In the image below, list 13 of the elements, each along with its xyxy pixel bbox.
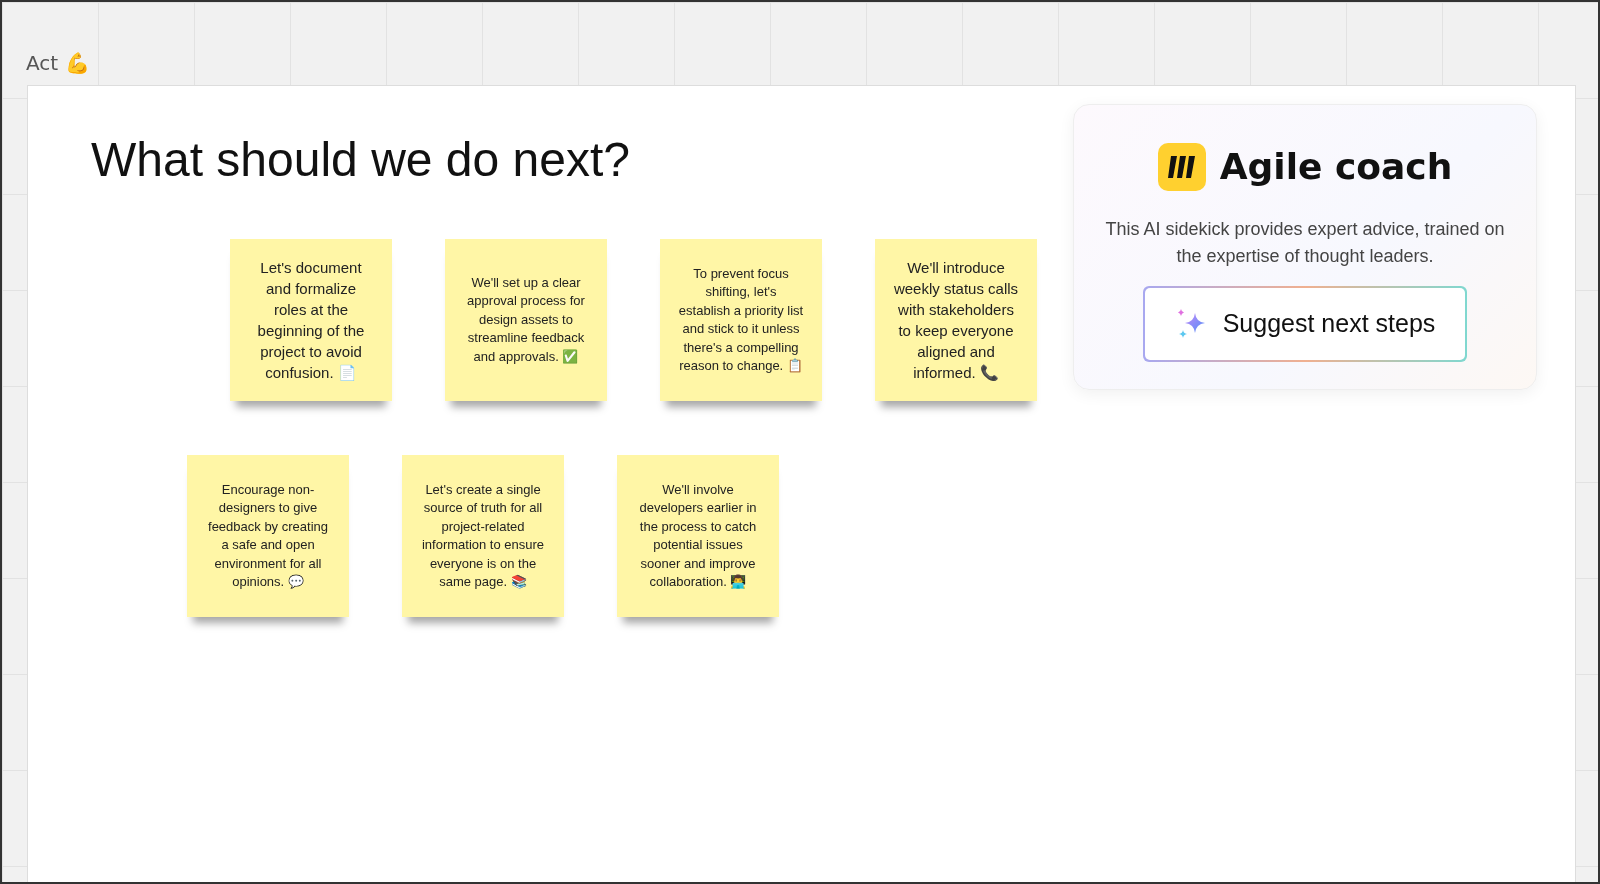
sticky-note: To prevent focus shifting, let's establish a priority list and stick to it unless there's a compelling reason to change. 📋 [660, 239, 822, 401]
sticky-note: Let's document and formalize roles at the beginning of the project to avoid confusion. 📄 [230, 239, 392, 401]
agile-coach-title: Agile coach [1219, 145, 1453, 189]
board-title: What should we do next? [91, 132, 630, 188]
agile-coach-description: This AI sidekick provides expert advice, trained on the expertise of thought leaders. [1105, 218, 1505, 268]
sticky-note: Let's create a single source of truth for all project-related information to ensure everyone is on the same page. 📚 [402, 455, 564, 617]
sticky-note: We'll introduce weekly status calls with stakeholders to keep everyone aligned and informed. 📞 [875, 239, 1037, 401]
suggest-next-steps-button[interactable]: Suggest next steps [1145, 288, 1465, 360]
logo-icon [1157, 143, 1206, 191]
sticky-note: We'll involve developers earlier in the process to catch potential issues sooner and improve collaboration. 👨‍💻 [617, 455, 779, 617]
sticky-note: We'll set up a clear approval process for design assets to streamline feedback and approvals. ✅ [445, 239, 607, 401]
frame-label: Act 💪 [26, 50, 90, 77]
sticky-note: Encourage non-designers to give feedback by creating a safe and open environment for all opinions. 💬 [187, 455, 349, 617]
